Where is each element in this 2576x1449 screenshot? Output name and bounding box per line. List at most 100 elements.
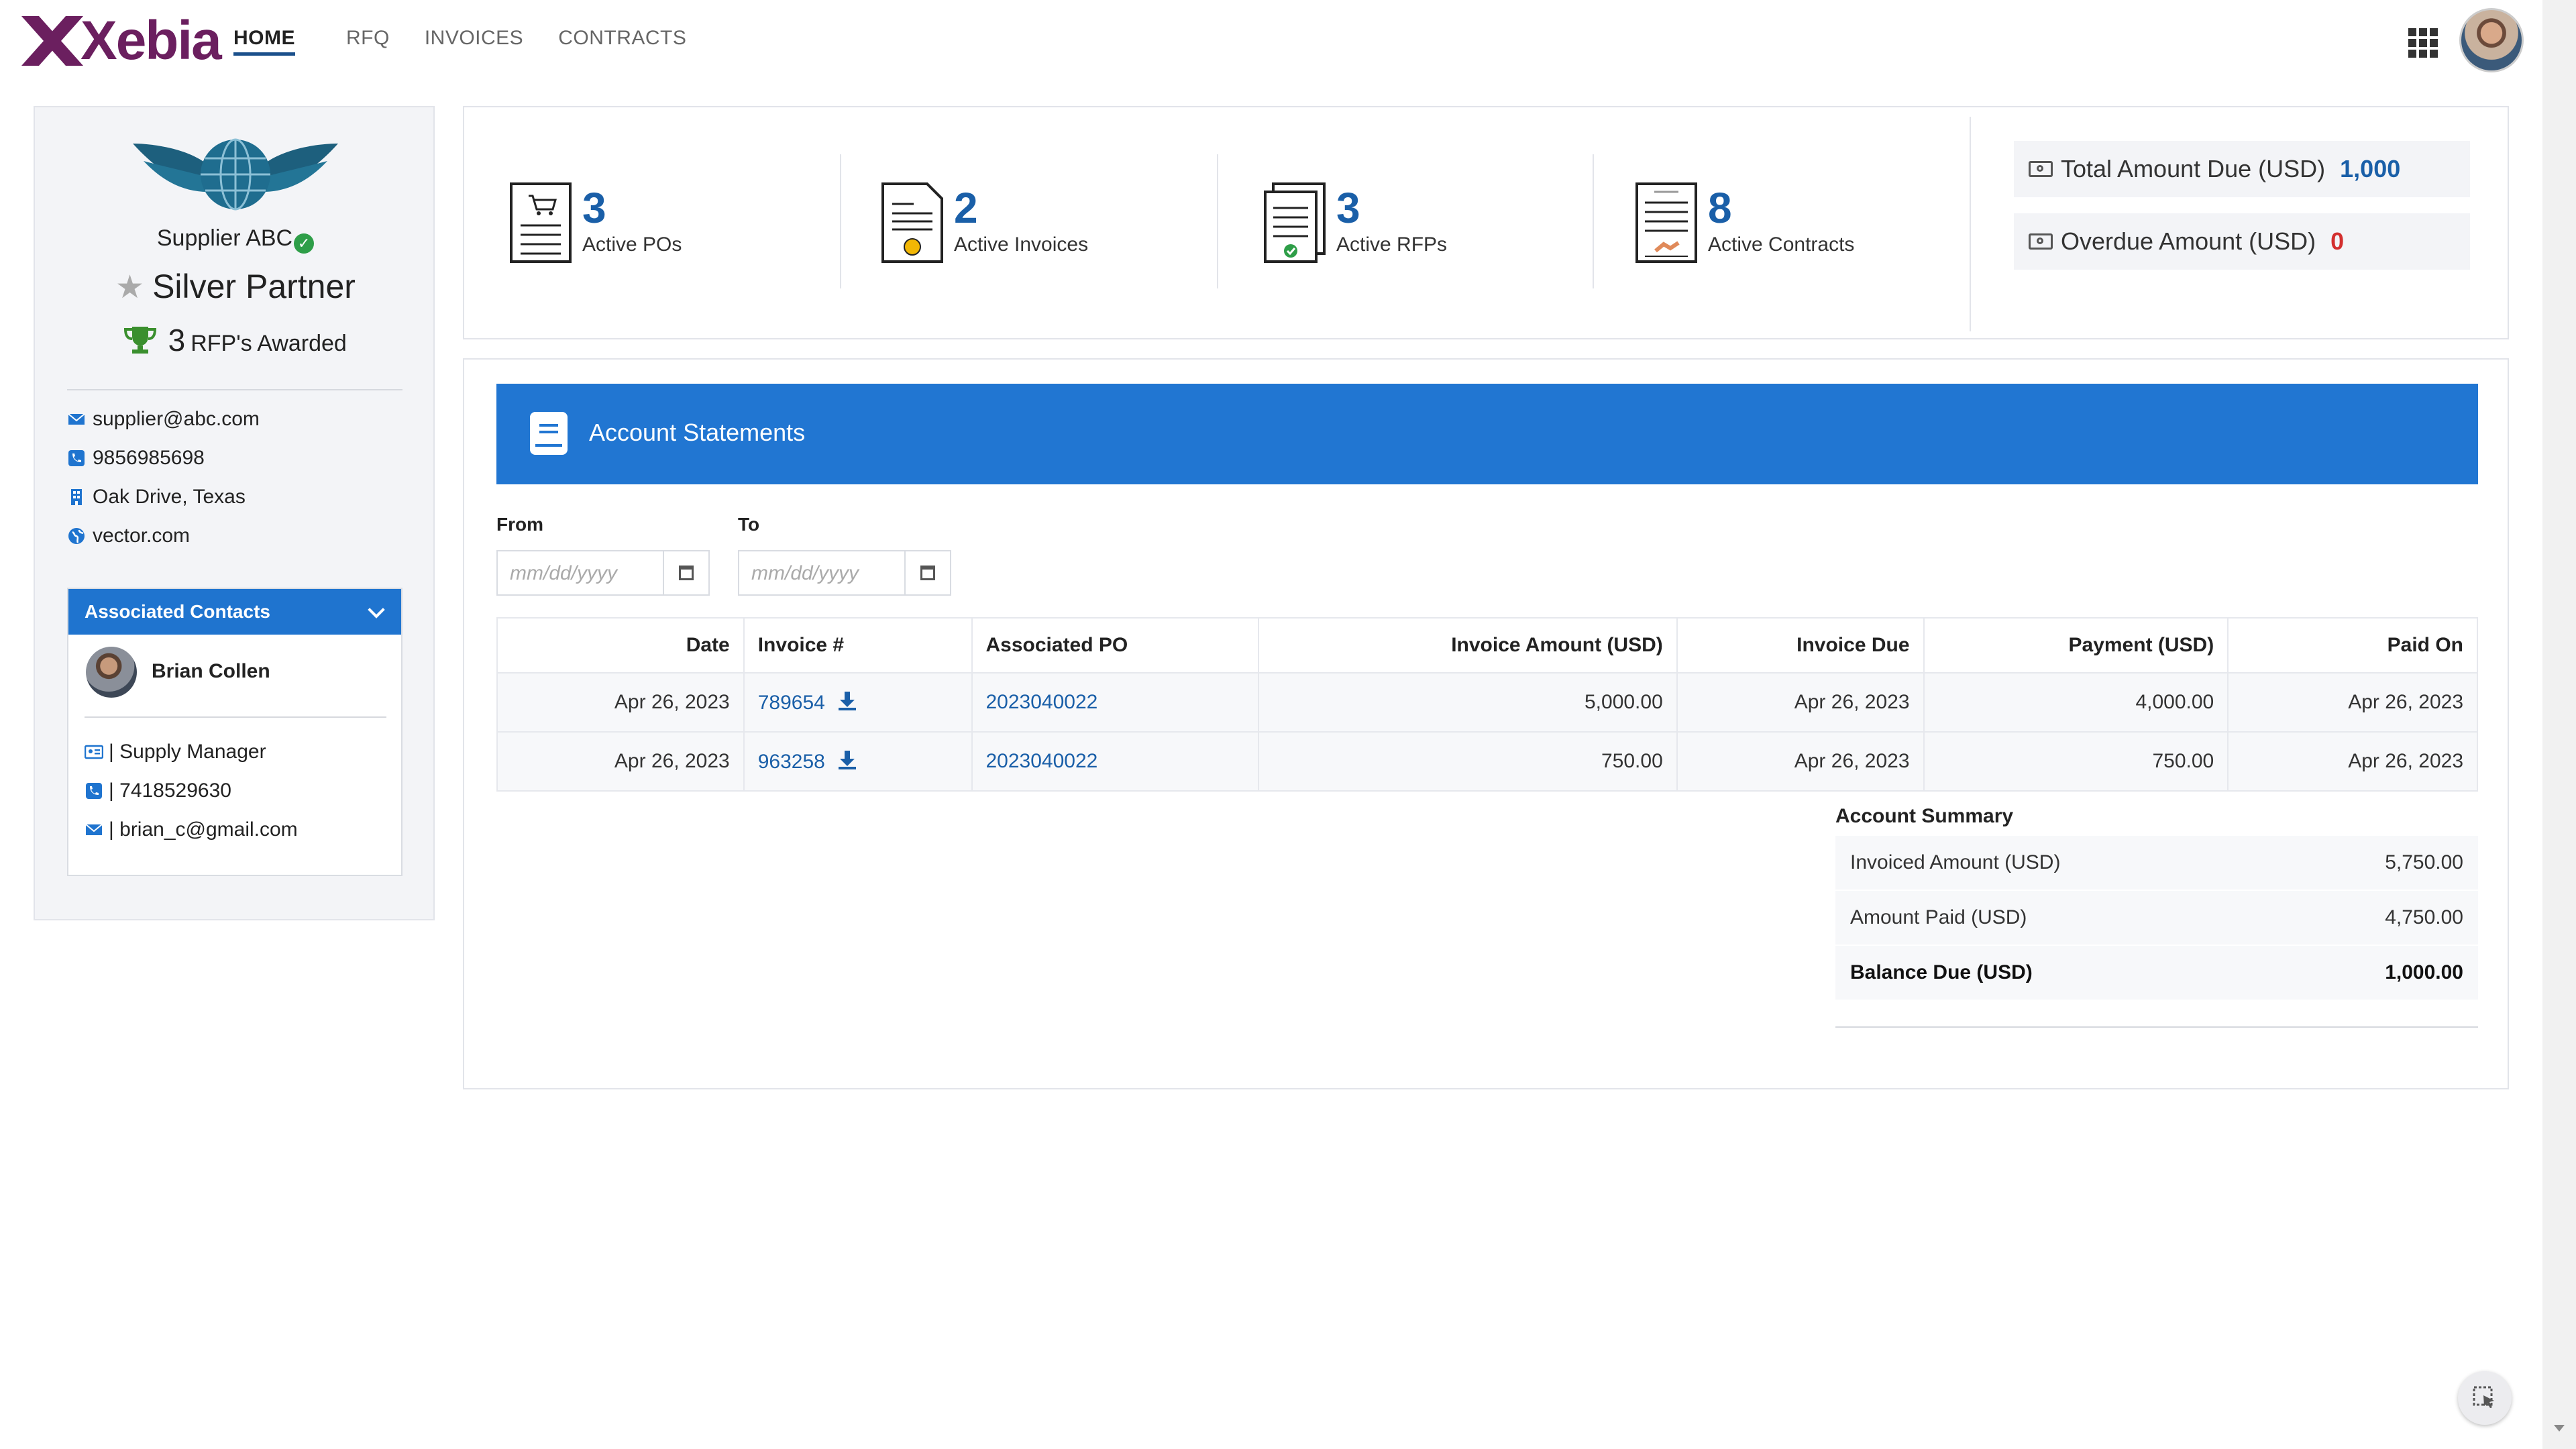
- active-invoices-count: 2: [954, 184, 978, 232]
- partner-tier-row: ★ Silver Partner: [35, 267, 436, 306]
- to-date-input[interactable]: [739, 551, 914, 596]
- col-date[interactable]: Date: [496, 617, 745, 674]
- verified-check-icon: ✓: [294, 233, 315, 254]
- from-calendar-button[interactable]: [663, 551, 708, 594]
- nav-home[interactable]: HOME: [233, 24, 295, 56]
- associated-contacts-toggle[interactable]: Associated Contacts: [68, 589, 401, 635]
- total-amount-due-value: 1,000: [2340, 155, 2401, 182]
- invoice-link[interactable]: 963258: [758, 751, 825, 773]
- contract-doc-icon: [1635, 182, 1697, 263]
- scroll-down-arrow-icon[interactable]: [2554, 1425, 2565, 1432]
- row-paid-on: Apr 26, 2023: [2227, 672, 2478, 733]
- to-calendar-button[interactable]: [904, 551, 950, 594]
- active-pos-count: 3: [582, 184, 606, 232]
- row-invoice-due: Apr 26, 2023: [1676, 672, 1925, 733]
- download-icon[interactable]: [837, 749, 857, 771]
- active-pos-label: Active POs: [582, 233, 682, 256]
- book-icon: [530, 412, 568, 455]
- top-nav: Xebia HOME RFQ INVOICES CONTRACTS: [0, 0, 2542, 80]
- row-paid-on: Apr 26, 2023: [2227, 731, 2478, 792]
- contact-role: | Supply Manager: [109, 741, 266, 763]
- divider: [85, 716, 386, 718]
- chevron-down-icon: [368, 601, 385, 619]
- invoiced-amount-label: Invoiced Amount (USD): [1835, 836, 2279, 891]
- user-avatar[interactable]: [2459, 8, 2524, 72]
- stat-active-rfps[interactable]: 3 Active RFPs: [1263, 181, 1447, 282]
- contact-role-row: | Supply Manager: [85, 741, 266, 763]
- balance-due-label: Balance Due (USD): [1835, 945, 2279, 1001]
- col-invoice-number[interactable]: Invoice #: [743, 617, 973, 674]
- vertical-scrollbar[interactable]: [2542, 0, 2576, 1449]
- account-statements-title: Account Statements: [589, 419, 806, 446]
- nav-contracts[interactable]: CONTRACTS: [541, 24, 704, 62]
- download-icon[interactable]: [837, 690, 857, 712]
- partner-tier: Silver Partner: [152, 268, 356, 305]
- to-label: To: [738, 514, 760, 535]
- supplier-phone: 9856985698: [93, 447, 205, 469]
- account-statements-card: Account Statements From To Date Invoice …: [463, 358, 2509, 1089]
- divider: [67, 389, 402, 390]
- col-invoice-due[interactable]: Invoice Due: [1676, 617, 1925, 674]
- invoice-link[interactable]: 789654: [758, 692, 825, 714]
- supplier-website[interactable]: vector.com: [93, 525, 190, 547]
- cursor-select-button[interactable]: [2458, 1371, 2512, 1425]
- from-date-input[interactable]: [498, 551, 672, 596]
- stat-active-invoices[interactable]: 2 Active Invoices: [880, 181, 1088, 282]
- total-amount-due-label: Total Amount Due (USD): [2061, 155, 2326, 182]
- table-row: Apr 26, 2023 963258 2023040022 750.00 Ap…: [496, 731, 2478, 792]
- stat-active-contracts[interactable]: 8 Active Contracts: [1634, 181, 1854, 282]
- row-invoice-cell: 789654: [743, 672, 973, 733]
- table-row: Apr 26, 2023 789654 2023040022 5,000.00 …: [496, 672, 2478, 733]
- col-associated-po[interactable]: Associated PO: [971, 617, 1260, 674]
- po-link[interactable]: 2023040022: [986, 750, 1098, 772]
- nav-rfq[interactable]: RFQ: [329, 24, 407, 62]
- summary-row-balance: Balance Due (USD) 1,000.00: [1835, 945, 2478, 1001]
- divider: [840, 154, 841, 288]
- scrollbar-thumb[interactable]: [2548, 0, 2571, 1395]
- invoice-doc-icon: [881, 182, 943, 263]
- row-payment: 750.00: [1923, 731, 2229, 792]
- rfp-awarded-count: 3: [168, 323, 186, 358]
- grid-icon[interactable]: [2408, 28, 2438, 58]
- nav-invoices[interactable]: INVOICES: [407, 24, 541, 62]
- table-header-row: Date Invoice # Associated PO Invoice Amo…: [496, 617, 2478, 674]
- id-card-icon: [85, 745, 103, 759]
- supplier-email[interactable]: supplier@abc.com: [93, 408, 260, 431]
- divider: [1970, 117, 1971, 331]
- contact-phone-row: | 7418529630: [85, 780, 231, 802]
- col-invoice-amount[interactable]: Invoice Amount (USD): [1258, 617, 1678, 674]
- active-rfps-label: Active RFPs: [1336, 233, 1448, 256]
- row-payment: 4,000.00: [1923, 672, 2229, 733]
- supplier-phone-row: 9856985698: [67, 447, 205, 470]
- invoiced-amount-value: 5,750.00: [2278, 836, 2478, 891]
- statements-table: Date Invoice # Associated PO Invoice Amo…: [496, 617, 2478, 792]
- money-bill-icon: [2029, 233, 2053, 250]
- phone-icon: [68, 450, 85, 466]
- active-invoices-label: Active Invoices: [954, 233, 1089, 256]
- account-summary-table: Invoiced Amount (USD) 5,750.00 Amount Pa…: [1835, 836, 2478, 1001]
- contact-avatar: [86, 647, 137, 698]
- col-paid-on[interactable]: Paid On: [2227, 617, 2478, 674]
- row-date: Apr 26, 2023: [496, 731, 745, 792]
- contact-name: Brian Collen: [152, 660, 270, 682]
- logo[interactable]: Xebia: [19, 10, 222, 71]
- overdue-amount: Overdue Amount (USD) 0: [2014, 213, 2470, 270]
- calendar-icon: [920, 566, 935, 580]
- active-rfps-count: 3: [1336, 184, 1360, 232]
- supplier-name: Supplier ABC: [156, 225, 293, 251]
- active-contracts-label: Active Contracts: [1708, 233, 1855, 256]
- supplier-address: Oak Drive, Texas: [93, 486, 246, 508]
- contact-phone: | 7418529630: [109, 780, 231, 802]
- contact-email-row: | brian_c@gmail.com: [85, 818, 298, 841]
- active-contracts-count: 8: [1708, 184, 1732, 232]
- contact-email[interactable]: | brian_c@gmail.com: [109, 818, 298, 841]
- account-summary-title: Account Summary: [1835, 805, 2014, 827]
- row-date: Apr 26, 2023: [496, 672, 745, 733]
- building-icon: [71, 489, 82, 505]
- envelope-icon: [85, 824, 103, 835]
- row-po-cell: 2023040022: [971, 672, 1260, 733]
- stat-active-pos[interactable]: 3 Active POs: [508, 181, 682, 282]
- col-payment[interactable]: Payment (USD): [1923, 617, 2229, 674]
- row-po-cell: 2023040022: [971, 731, 1260, 792]
- po-link[interactable]: 2023040022: [986, 691, 1098, 713]
